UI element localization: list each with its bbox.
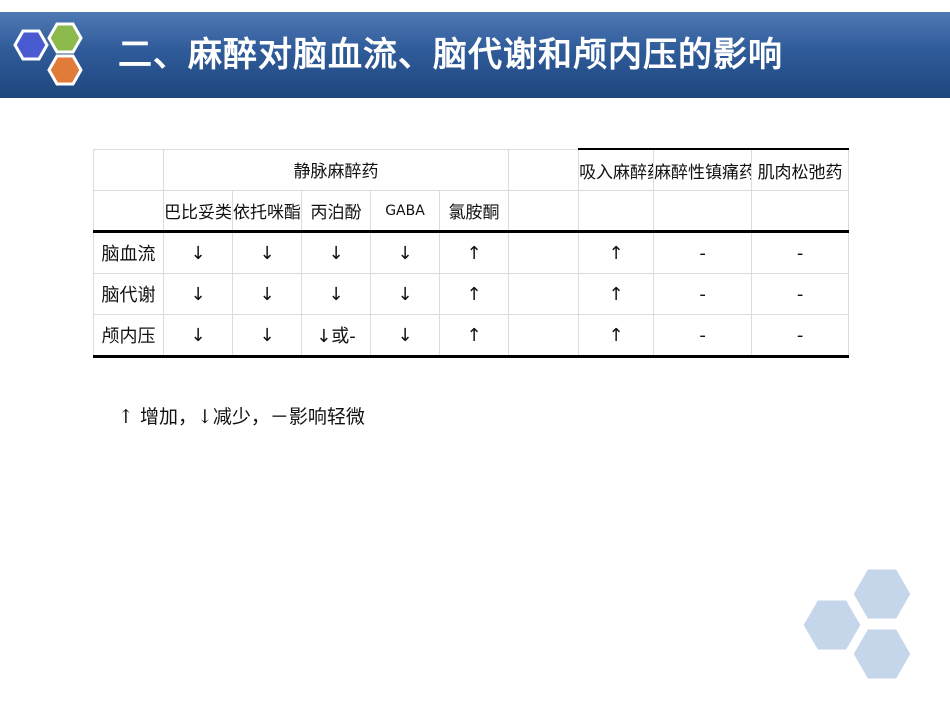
blank-cell: [751, 190, 850, 233]
hexagon-decoration-icon: [800, 566, 914, 682]
subheader-gaba: GABA: [370, 190, 440, 233]
table-cell: ↑: [438, 273, 510, 315]
table-cell: ↓: [163, 273, 233, 315]
table-cell: ↓: [232, 314, 302, 358]
table-cell: ↑: [438, 314, 510, 358]
table-cell: -: [751, 231, 850, 274]
header-inhaled: 吸入麻醉药: [578, 148, 655, 191]
table-cell: -: [751, 273, 850, 315]
table-cell: ↓: [232, 273, 302, 315]
table-cell: -: [751, 314, 850, 358]
row-label: 颅内压: [93, 314, 164, 358]
table-cell: ↓: [301, 231, 371, 274]
group-header-iv: 静脉麻醉药: [162, 148, 510, 191]
subheader-ketamine: 氯胺酮: [438, 190, 510, 233]
title-bar: 二、麻醉对脑血流、脑代谢和颅内压的影响: [0, 12, 950, 98]
corner-cell-2: [93, 190, 164, 233]
table-cell: ↓: [163, 231, 233, 274]
table-cell: ↓: [232, 231, 302, 274]
table-row: 脑代谢 ↓ ↓ ↓ ↓ ↑ ↑ - -: [93, 273, 850, 315]
table-cell: [508, 314, 580, 358]
table-cell: ↓: [370, 231, 440, 274]
anesthetic-effects-table: 静脉麻醉药 吸入麻醉药 麻醉性镇痛药 肌肉松弛药 巴比妥类 依托咪酯 丙泊酚 G…: [93, 148, 850, 358]
table-cell: ↑: [578, 231, 655, 274]
table-cell: -: [653, 273, 753, 315]
row-label: 脑代谢: [93, 273, 164, 315]
hexagon-logo-icon: [13, 22, 83, 86]
spacer-cell: [508, 148, 580, 191]
legend-text: ↑ 增加，↓减少，－影响轻微: [118, 406, 365, 428]
table-cell: -: [653, 231, 753, 274]
subheader-etomidate: 依托咪酯: [232, 190, 302, 233]
table-cell: ↑: [578, 273, 655, 315]
table-cell: ↓: [301, 273, 371, 315]
subheader-barbiturate: 巴比妥类: [163, 190, 233, 233]
table-cell: ↓或-: [301, 314, 371, 358]
table-cell: ↓: [163, 314, 233, 358]
table-cell: [508, 273, 580, 315]
header-muscle-relaxant: 肌肉松弛药: [751, 148, 850, 191]
slide-title: 二、麻醉对脑血流、脑代谢和颅内压的影响: [118, 35, 783, 75]
table-cell: -: [653, 314, 753, 358]
subheader-propofol: 丙泊酚: [301, 190, 371, 233]
row-label: 脑血流: [93, 231, 164, 274]
blank-cell: [578, 190, 655, 233]
table-row: 颅内压 ↓ ↓ ↓或- ↓ ↑ ↑ - -: [93, 314, 850, 358]
table-cell: [508, 231, 580, 274]
blank-cell: [653, 190, 753, 233]
table-row: 脑血流 ↓ ↓ ↓ ↓ ↑ ↑ - -: [93, 231, 850, 274]
table-cell: ↑: [438, 231, 510, 274]
header-opioid: 麻醉性镇痛药: [653, 148, 753, 191]
table-cell: ↑: [578, 314, 655, 358]
table-cell: ↓: [370, 273, 440, 315]
table-cell: ↓: [370, 314, 440, 358]
spacer-cell-2: [508, 190, 580, 233]
corner-cell: [93, 148, 164, 191]
